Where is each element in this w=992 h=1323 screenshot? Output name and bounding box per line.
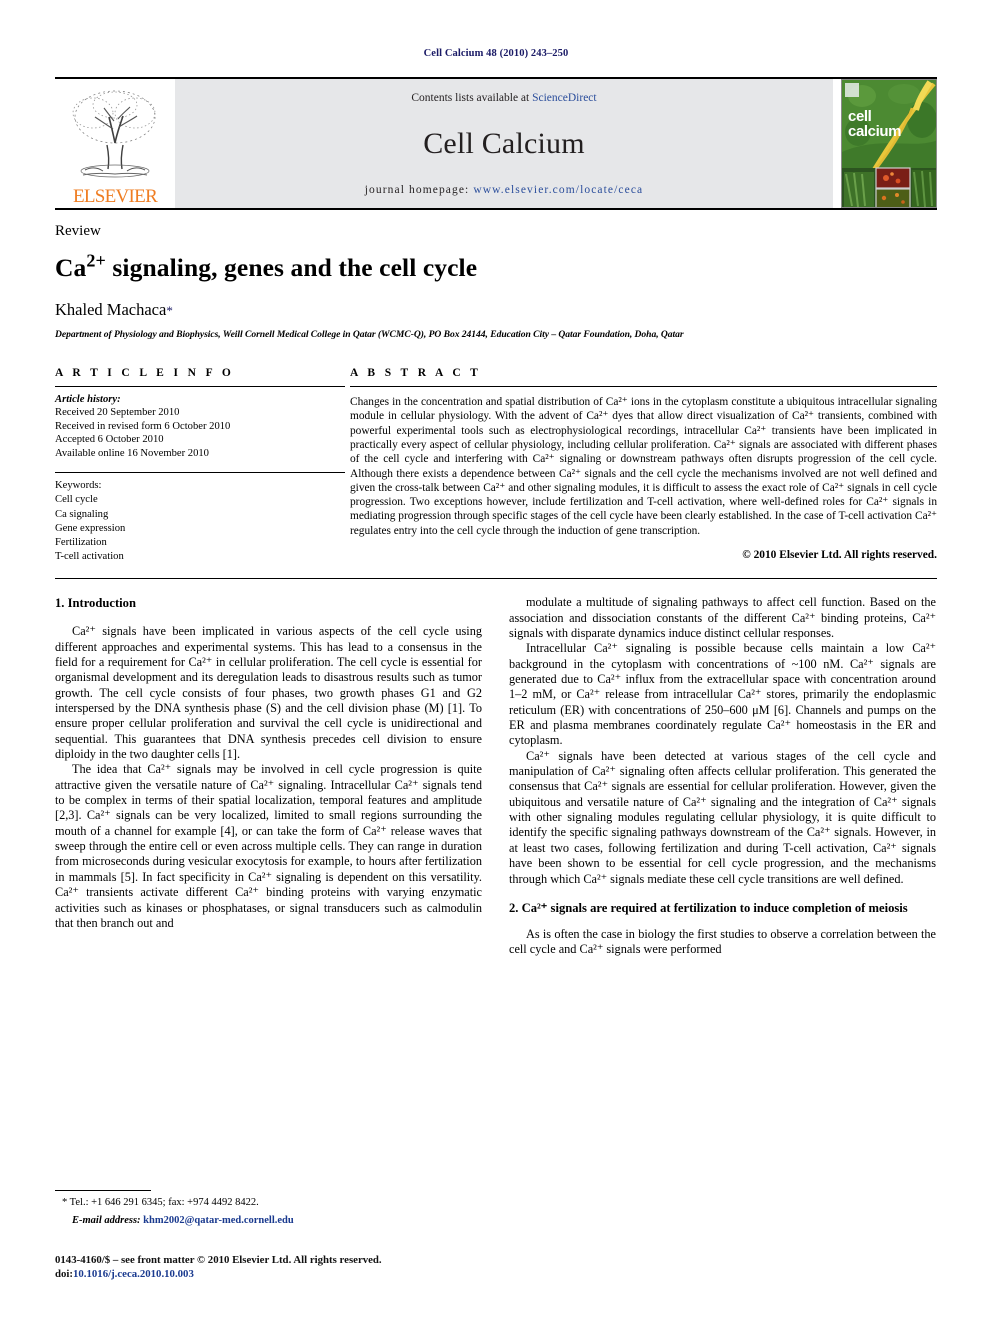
body-columns: 1. Introduction Ca²⁺ signals have been i… xyxy=(55,595,937,957)
body-column-left: 1. Introduction Ca²⁺ signals have been i… xyxy=(55,595,482,957)
keyword-item: Fertilization xyxy=(55,536,107,548)
keyword-item: Cell cycle xyxy=(55,494,98,506)
masthead-center: Contents lists available at ScienceDirec… xyxy=(175,79,833,208)
article-info-rule xyxy=(55,386,345,388)
history-item: Available online 16 November 2010 xyxy=(55,447,209,459)
title-part-2: signaling, genes and the cell cycle xyxy=(105,253,478,282)
journal-masthead: ELSEVIER Contents lists available at Sci… xyxy=(55,77,937,208)
history-item: Accepted 6 October 2010 xyxy=(55,434,164,446)
article-type: Review xyxy=(55,223,101,239)
intro-paragraph-1: Ca²⁺ signals have been implicated in var… xyxy=(55,624,482,762)
elsevier-logo: ELSEVIER xyxy=(55,79,175,208)
email-link[interactable]: khm2002@qatar-med.cornell.edu xyxy=(143,1215,294,1226)
keywords-rule xyxy=(55,472,345,474)
masthead-bottom-rule xyxy=(55,208,937,210)
abstract-column: A B S T R A C T Changes in the concentra… xyxy=(345,367,937,564)
section-heading-introduction: 1. Introduction xyxy=(55,596,136,611)
keywords-block: Keywords: Cell cycle Ca signaling Gene e… xyxy=(55,472,345,564)
title-part-1: Ca xyxy=(55,253,87,282)
section2-paragraph-1: As is often the case in biology the firs… xyxy=(509,926,936,957)
running-head: Cell Calcium 48 (2010) 243–250 xyxy=(423,48,569,59)
article-info-column: A R T I C L E I N F O Article history: R… xyxy=(55,367,345,564)
homepage-prefix: journal homepage: xyxy=(364,184,474,196)
corresponding-author-marker: * xyxy=(166,303,173,319)
email-label: E-mail address: xyxy=(72,1215,141,1227)
keyword-item: Ca signaling xyxy=(55,508,109,520)
doi-link[interactable]: 10.1016/j.ceca.2010.10.003 xyxy=(73,1268,194,1280)
cover-title-line2: calcium xyxy=(848,123,902,140)
article-info-heading: A R T I C L E I N F O xyxy=(55,367,235,380)
section-heading-fertilization: 2. Ca²⁺ signals are required at fertiliz… xyxy=(509,900,908,915)
corresponding-author-note: * Tel.: +1 646 291 6345; fax: +974 4492 … xyxy=(62,1196,259,1208)
page-title: Ca2+ signaling, genes and the cell cycle xyxy=(55,250,937,283)
right-paragraph-1: modulate a multitude of signaling pathwa… xyxy=(509,595,936,641)
body-column-right: modulate a multitude of signaling pathwa… xyxy=(509,595,936,957)
journal-cover-thumbnail: cell calcium xyxy=(841,79,937,208)
abstract-text: Changes in the concentration and spatial… xyxy=(350,396,937,537)
abstract-rule xyxy=(350,386,937,388)
elsevier-tree-icon xyxy=(72,90,156,178)
contents-line: Contents lists available at ScienceDirec… xyxy=(411,92,596,104)
right-paragraph-3: Ca²⁺ signals have been detected at vario… xyxy=(509,748,936,886)
abstract-heading: A B S T R A C T xyxy=(350,367,482,380)
keywords-label: Keywords: xyxy=(55,480,102,492)
body-separator-rule xyxy=(55,578,937,580)
keyword-item: Gene expression xyxy=(55,522,126,534)
article-page: Cell Calcium 48 (2010) 243–250 ELSEVIER xyxy=(0,0,992,1323)
front-matter-line: 0143-4160/$ – see front matter © 2010 El… xyxy=(55,1254,382,1266)
footnotes-block: * Tel.: +1 646 291 6345; fax: +974 4492 … xyxy=(55,1189,482,1228)
info-abstract-row: A R T I C L E I N F O Article history: R… xyxy=(55,367,937,564)
author-name: Khaled Machaca* xyxy=(55,300,937,320)
intro-paragraph-2: The idea that Ca²⁺ signals may be involv… xyxy=(55,762,482,930)
author-affiliation: Department of Physiology and Biophysics,… xyxy=(55,329,684,341)
journal-homepage: journal homepage: www.elsevier.com/locat… xyxy=(365,184,643,196)
doi-label: doi: xyxy=(55,1268,73,1280)
keywords-list: Keywords: Cell cycle Ca signaling Gene e… xyxy=(55,479,345,564)
cover-artwork xyxy=(842,80,936,207)
sciencedirect-link[interactable]: ScienceDirect xyxy=(532,92,597,104)
footnote-rule xyxy=(55,1189,151,1191)
right-paragraph-2: Intracellular Ca²⁺ signaling is possible… xyxy=(509,641,936,748)
issn-block: 0143-4160/$ – see front matter © 2010 El… xyxy=(55,1253,555,1281)
title-superscript: 2+ xyxy=(86,250,106,271)
email-note: E-mail address: khm2002@qatar-med.cornel… xyxy=(55,1214,482,1228)
doi-line: doi:10.1016/j.ceca.2010.10.003 xyxy=(55,1267,555,1281)
history-item: Received in revised form 6 October 2010 xyxy=(55,420,231,432)
author-label: Khaled Machaca xyxy=(55,300,167,320)
copyright-line: © 2010 Elsevier Ltd. All rights reserved… xyxy=(742,549,937,562)
history-item: Received 20 September 2010 xyxy=(55,407,180,419)
homepage-link[interactable]: www.elsevier.com/locate/ceca xyxy=(473,184,643,196)
cover-title-line1: cell xyxy=(848,108,872,125)
history-label: Article history: xyxy=(55,394,121,406)
article-history: Article history: Received 20 September 2… xyxy=(55,393,345,460)
journal-title: Cell Calcium xyxy=(423,127,585,160)
contents-prefix: Contents lists available at xyxy=(411,92,533,104)
elsevier-wordmark: ELSEVIER xyxy=(72,186,158,207)
keyword-item: T-cell activation xyxy=(55,551,124,563)
